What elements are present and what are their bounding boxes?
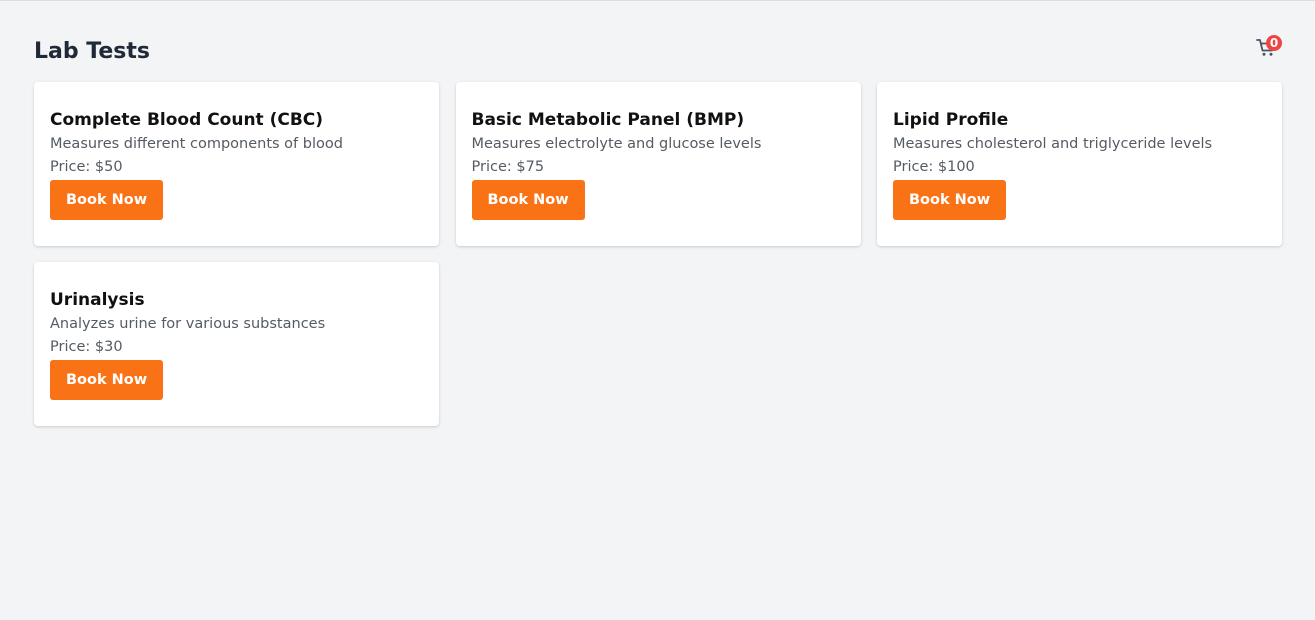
top-divider <box>0 0 1315 1</box>
test-card-cbc: Complete Blood Count (CBC) Measures diff… <box>34 82 439 246</box>
test-name: Complete Blood Count (CBC) <box>50 110 324 130</box>
cart-button[interactable]: 0 <box>1256 35 1282 60</box>
page-header: Lab Tests 0 <box>34 35 1282 68</box>
test-name: Basic Metabolic Panel (BMP) <box>471 110 745 130</box>
test-price: Price: $100 <box>893 159 975 175</box>
cart-count-badge: 0 <box>1266 35 1282 51</box>
test-card-lipid-profile: Lipid Profile Measures cholesterol and t… <box>877 82 1282 246</box>
book-now-button[interactable]: Book Now <box>50 360 164 400</box>
test-description: Measures cholesterol and triglyceride le… <box>893 136 1213 152</box>
page-title: Lab Tests <box>34 39 150 64</box>
test-card-urinalysis: Urinalysis Analyzes urine for various su… <box>34 262 439 426</box>
test-description: Measures different components of blood <box>50 136 343 152</box>
test-price: Price: $30 <box>50 339 123 355</box>
test-price: Price: $75 <box>471 159 545 175</box>
test-description: Analyzes urine for various substances <box>50 316 326 332</box>
test-card-bmp: Basic Metabolic Panel (BMP) Measures ele… <box>455 82 861 246</box>
book-now-button[interactable]: Book Now <box>893 180 1007 220</box>
test-name: Urinalysis <box>50 290 145 310</box>
test-price: Price: $50 <box>50 159 123 175</box>
test-name: Lipid Profile <box>893 110 1009 130</box>
book-now-button[interactable]: Book Now <box>50 180 164 220</box>
test-description: Measures electrolyte and glucose levels <box>471 136 762 152</box>
lab-tests-grid: Complete Blood Count (CBC) Measures diff… <box>34 82 1282 426</box>
book-now-button[interactable]: Book Now <box>471 180 585 220</box>
